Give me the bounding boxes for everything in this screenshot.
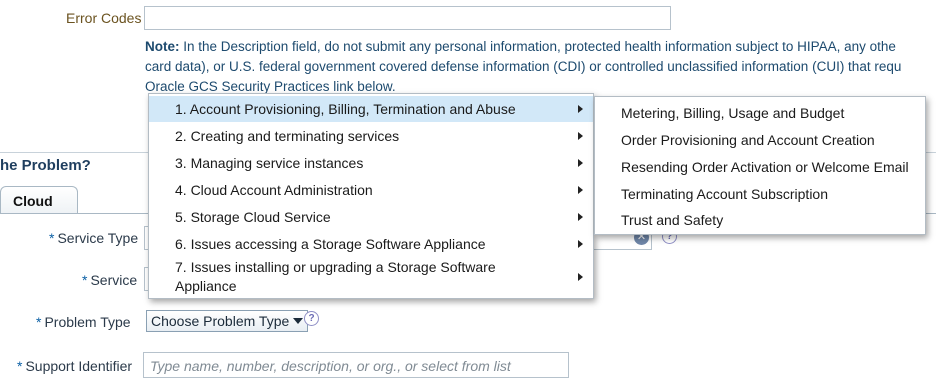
support-identifier-input[interactable]: Type name, number, description, or org.,… — [143, 352, 569, 378]
submenu-item-label: Order Provisioning and Account Creation — [621, 132, 875, 148]
required-marker: * — [49, 230, 55, 246]
menu-item-3[interactable]: 3. Managing service instances — [149, 150, 593, 176]
note-line-2: card data), or U.S. federal government c… — [145, 59, 902, 74]
submenu-item-1[interactable]: Metering, Billing, Usage and Budget — [595, 100, 925, 127]
submenu-item-label: Trust and Safety — [621, 212, 724, 228]
submenu-item-4[interactable]: Terminating Account Subscription — [595, 181, 925, 208]
service-type-label: * Service Type — [49, 230, 138, 246]
problem-type-menu: 1. Account Provisioning, Billing, Termin… — [148, 93, 594, 299]
problem-type-value: Choose Problem Type — [151, 313, 290, 329]
submenu-item-label: Terminating Account Subscription — [621, 186, 828, 202]
error-codes-input[interactable] — [144, 6, 671, 30]
note-bold-label: Note: — [145, 39, 180, 54]
support-identifier-label: * Support Identifier — [17, 358, 132, 374]
submenu-item-3[interactable]: Resending Order Activation or Welcome Em… — [595, 154, 925, 181]
problem-type-label: * Problem Type — [36, 314, 131, 330]
service-label-text: Service — [90, 272, 138, 288]
menu-item-label: 3. Managing service instances — [175, 155, 364, 171]
chevron-right-icon — [578, 105, 583, 113]
submenu-item-5[interactable]: Trust and Safety — [595, 207, 925, 234]
privacy-note: Note: In the Description field, do not s… — [145, 37, 936, 97]
menu-item-7[interactable]: 7. Issues installing or upgrading a Stor… — [149, 258, 593, 296]
menu-item-label: 6. Issues accessing a Storage Software A… — [175, 236, 486, 252]
problem-type-select[interactable]: Choose Problem Type — [146, 310, 309, 332]
support-identifier-label-text: Support Identifier — [25, 358, 133, 374]
chevron-right-icon — [578, 159, 583, 167]
menu-item-label: 1. Account Provisioning, Billing, Termin… — [175, 101, 516, 117]
menu-item-label: 5. Storage Cloud Service — [175, 209, 331, 225]
service-type-label-text: Service Type — [57, 230, 139, 246]
chevron-right-icon — [578, 240, 583, 248]
submenu-item-label: Resending Order Activation or Welcome Em… — [621, 159, 909, 175]
problem-type-submenu: Metering, Billing, Usage and Budget Orde… — [594, 96, 926, 235]
error-codes-label: Error Codes — [66, 10, 142, 26]
problem-type-help-icon[interactable]: ? — [304, 311, 319, 326]
support-identifier-placeholder: Type name, number, description, or org.,… — [150, 358, 511, 374]
menu-item-label: 2. Creating and terminating services — [175, 128, 400, 144]
service-label: * Service — [82, 272, 137, 288]
required-marker: * — [17, 358, 23, 374]
submenu-item-label: Metering, Billing, Usage and Budget — [621, 105, 845, 121]
menu-item-1[interactable]: 1. Account Provisioning, Billing, Termin… — [149, 96, 593, 122]
menu-item-2[interactable]: 2. Creating and terminating services — [149, 123, 593, 149]
chevron-right-icon — [578, 213, 583, 221]
chevron-right-icon — [578, 132, 583, 140]
required-marker: * — [82, 272, 88, 288]
submenu-item-2[interactable]: Order Provisioning and Account Creation — [595, 127, 925, 154]
section-title: he Problem? — [0, 157, 91, 174]
chevron-right-icon — [578, 186, 583, 194]
problem-type-label-text: Problem Type — [44, 314, 131, 330]
note-line-1: In the Description field, do not submit … — [179, 39, 896, 54]
menu-item-label-line1: 7. Issues installing or upgrading a Stor… — [175, 259, 496, 275]
menu-item-4[interactable]: 4. Cloud Account Administration — [149, 177, 593, 203]
chevron-right-icon — [578, 273, 583, 281]
menu-item-6[interactable]: 6. Issues accessing a Storage Software A… — [149, 231, 593, 257]
menu-item-label-line2: Appliance — [175, 278, 237, 294]
menu-item-5[interactable]: 5. Storage Cloud Service — [149, 204, 593, 230]
chevron-down-icon — [293, 318, 304, 324]
tab-cloud[interactable]: Cloud — [0, 186, 78, 214]
tab-cloud-label: Cloud — [13, 193, 53, 209]
menu-item-label: 4. Cloud Account Administration — [175, 182, 373, 198]
required-marker: * — [36, 314, 42, 330]
